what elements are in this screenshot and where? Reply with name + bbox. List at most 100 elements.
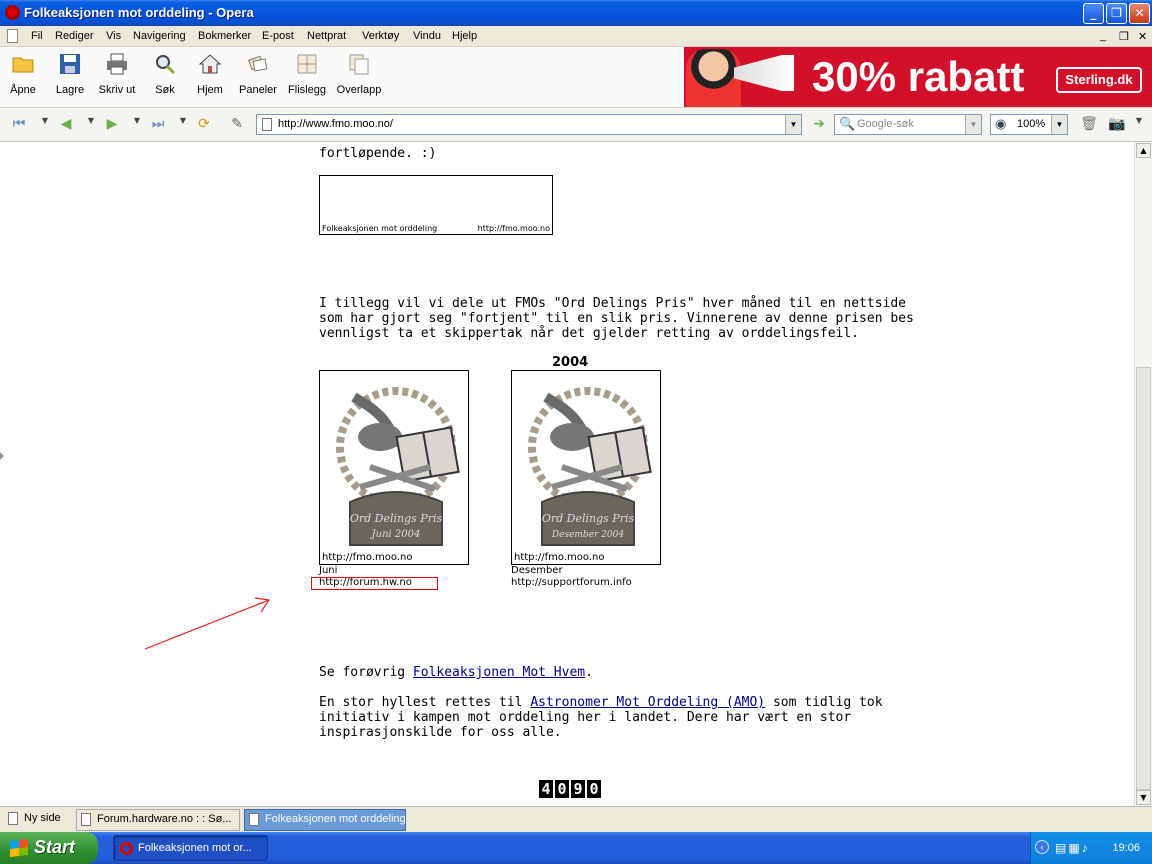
counter-digit: 4 <box>539 780 553 798</box>
rewind-icon[interactable]: ⏮ <box>8 116 30 134</box>
see-also-link[interactable]: Folkeaksjonen Mot Hvem <box>413 665 585 680</box>
address-input[interactable]: http://www.fmo.moo.no/ ▼ <box>256 114 802 135</box>
windows-logo-icon <box>10 839 28 857</box>
award-url: http://fmo.moo.no <box>322 552 413 563</box>
ad-brand-logo: Sterling.dk <box>1056 67 1142 93</box>
rewind-dropdown-icon[interactable]: ▼ <box>34 116 56 134</box>
award-trophy-image: Ord Delings Pris Juni 2004 <box>336 387 460 546</box>
forward-dropdown-icon[interactable]: ▼ <box>126 116 148 134</box>
award-trophy-image: Ord Delings Pris Desember 2004 <box>528 387 652 546</box>
tribute-line-2: initiativ i kampen mot orddeling her i l… <box>319 710 852 725</box>
menu-vindu[interactable]: Vindu <box>413 30 441 42</box>
search-button[interactable]: Søk <box>151 50 179 96</box>
tab-label: Forum.hardware.no : : Sø... <box>97 813 232 825</box>
page-icon <box>81 813 91 826</box>
title-bar: Folkeaksjonen mot orddeling - Opera _ ❐ … <box>0 0 1152 26</box>
save-button[interactable]: Lagre <box>53 50 87 96</box>
clock[interactable]: 19:06 <box>1112 842 1140 854</box>
tile-button[interactable]: Flislegg <box>288 50 326 96</box>
camera-dropdown-icon[interactable]: ▼ <box>1128 116 1150 134</box>
cascade-label: Overlapp <box>336 84 382 96</box>
start-button[interactable]: Start <box>0 832 98 864</box>
menu-fil[interactable]: Fil <box>31 30 43 42</box>
reload-icon[interactable]: ⟳ <box>193 116 215 134</box>
back-dropdown-icon[interactable]: ▼ <box>80 116 102 134</box>
home-button[interactable]: Hjem <box>195 50 225 96</box>
counter-digit: 9 <box>571 780 585 798</box>
tray-icons[interactable]: ▤▦♪ <box>1055 841 1090 855</box>
menu-bar: Fil Rediger Vis Navigering Bokmerker E-p… <box>0 26 1152 47</box>
search-input[interactable]: 🔍 Google-søk ▼ <box>834 114 982 135</box>
zoom-dropdown-icon[interactable]: ▼ <box>1051 115 1067 134</box>
panels-button[interactable]: Paneler <box>238 50 278 96</box>
restore-button[interactable]: ❐ <box>1106 3 1127 24</box>
edit-pen-icon[interactable]: ✎ <box>226 116 248 134</box>
advertisement-banner[interactable]: 30% rabatt Sterling.dk <box>684 47 1152 107</box>
tab-folkeaksjonen[interactable]: Folkeaksjonen mot orddeling <box>244 809 406 831</box>
new-tab-button[interactable]: Ny side <box>4 809 68 831</box>
panels-icon <box>248 55 268 72</box>
menu-vis[interactable]: Vis <box>106 30 121 42</box>
back-icon[interactable]: ◀ <box>55 116 77 134</box>
menu-verktoy[interactable]: Verktøy <box>362 30 399 42</box>
search-dropdown-icon[interactable]: ▼ <box>965 115 981 134</box>
plaque-title: Ord Delings Pris <box>542 512 635 525</box>
cascade-button[interactable]: Overlapp <box>336 50 382 96</box>
forward-icon[interactable]: ▶ <box>101 116 123 134</box>
open-button[interactable]: Åpne <box>6 50 40 96</box>
mdi-minimize-button[interactable]: _ <box>1100 30 1106 42</box>
new-tab-label: Ny side <box>24 812 61 824</box>
zoom-select[interactable]: ◉ 100% ▼ <box>990 114 1068 135</box>
fast-forward-dropdown-icon[interactable]: ▼ <box>172 116 194 134</box>
main-toolbar: Åpne Lagre Skriv ut Søk Hjem Paneler Fli… <box>0 47 1152 108</box>
magnifier-icon <box>156 55 176 75</box>
award-year: 2004 <box>552 355 589 370</box>
menu-epost[interactable]: E-post <box>262 30 294 42</box>
open-label: Åpne <box>10 84 36 96</box>
tab-forum-hardware[interactable]: Forum.hardware.no : : Sø... <box>76 809 240 831</box>
search-placeholder: Google-søk <box>857 118 914 130</box>
amo-link[interactable]: Astronomer Mot Orddeling (AMO) <box>530 695 765 710</box>
search-engine-icon: 🔍 <box>839 116 856 131</box>
prize-text-line-2: som har gjort seg "fortjent" til en slik… <box>319 311 914 326</box>
start-label: Start <box>34 837 76 857</box>
megaphone-icon <box>734 55 794 91</box>
see-also-prefix: Se forøvrig <box>319 665 413 680</box>
fmo-banner[interactable]: Folkeaksjonen mot orddeling http://fmo.m… <box>319 175 553 235</box>
mdi-close-button[interactable]: ✕ <box>1138 30 1147 43</box>
page-menu-icon[interactable] <box>7 29 18 43</box>
panel-toggle-icon[interactable] <box>0 452 4 460</box>
taskbar-opera-window[interactable]: Folkeaksjonen mot or... <box>113 835 268 861</box>
scroll-up-icon[interactable]: ▲ <box>1136 143 1151 158</box>
close-button[interactable]: ✕ <box>1129 3 1150 24</box>
camera-icon[interactable]: 📷 <box>1106 116 1128 134</box>
printer-icon <box>107 53 127 75</box>
menu-nettprat[interactable]: Nettprat <box>307 30 346 42</box>
address-dropdown-icon[interactable]: ▼ <box>785 115 801 134</box>
print-button[interactable]: Skriv ut <box>97 50 137 96</box>
menu-navigering[interactable]: Navigering <box>133 30 186 42</box>
go-icon[interactable]: ➔ <box>808 116 830 134</box>
award-december[interactable]: Ord Delings Pris Desember 2004 http://fm… <box>511 370 661 565</box>
mdi-restore-button[interactable]: ❐ <box>1119 30 1129 43</box>
system-tray: ‹ ▤▦♪ 19:06 <box>1030 832 1152 864</box>
fast-forward-icon[interactable]: ⏭ <box>147 116 169 134</box>
tile-icon <box>297 54 317 74</box>
scroll-thumb[interactable] <box>1136 367 1151 790</box>
menu-rediger[interactable]: Rediger <box>55 30 94 42</box>
trash-icon[interactable]: 🗑 <box>1078 116 1100 134</box>
scroll-down-icon[interactable]: ▼ <box>1136 790 1151 805</box>
menu-bokmerker[interactable]: Bokmerker <box>198 30 251 42</box>
tray-expand-icon[interactable]: ‹ <box>1035 840 1049 854</box>
vertical-scrollbar[interactable]: ▲ ▼ <box>1134 142 1152 806</box>
award-month: Desember <box>511 565 563 576</box>
cascade-icon <box>349 54 369 75</box>
window-title: Folkeaksjonen mot orddeling - Opera <box>24 5 254 20</box>
award-june[interactable]: Ord Delings Pris Juni 2004 http://fmo.mo… <box>319 370 469 565</box>
minimize-button[interactable]: _ <box>1083 3 1104 24</box>
home-label: Hjem <box>197 84 223 96</box>
menu-hjelp[interactable]: Hjelp <box>452 30 477 42</box>
page-content: fortløpende. :) Folkeaksjonen mot orddel… <box>6 142 1134 806</box>
counter-digit: 0 <box>555 780 569 798</box>
ad-woman-image <box>686 49 741 107</box>
